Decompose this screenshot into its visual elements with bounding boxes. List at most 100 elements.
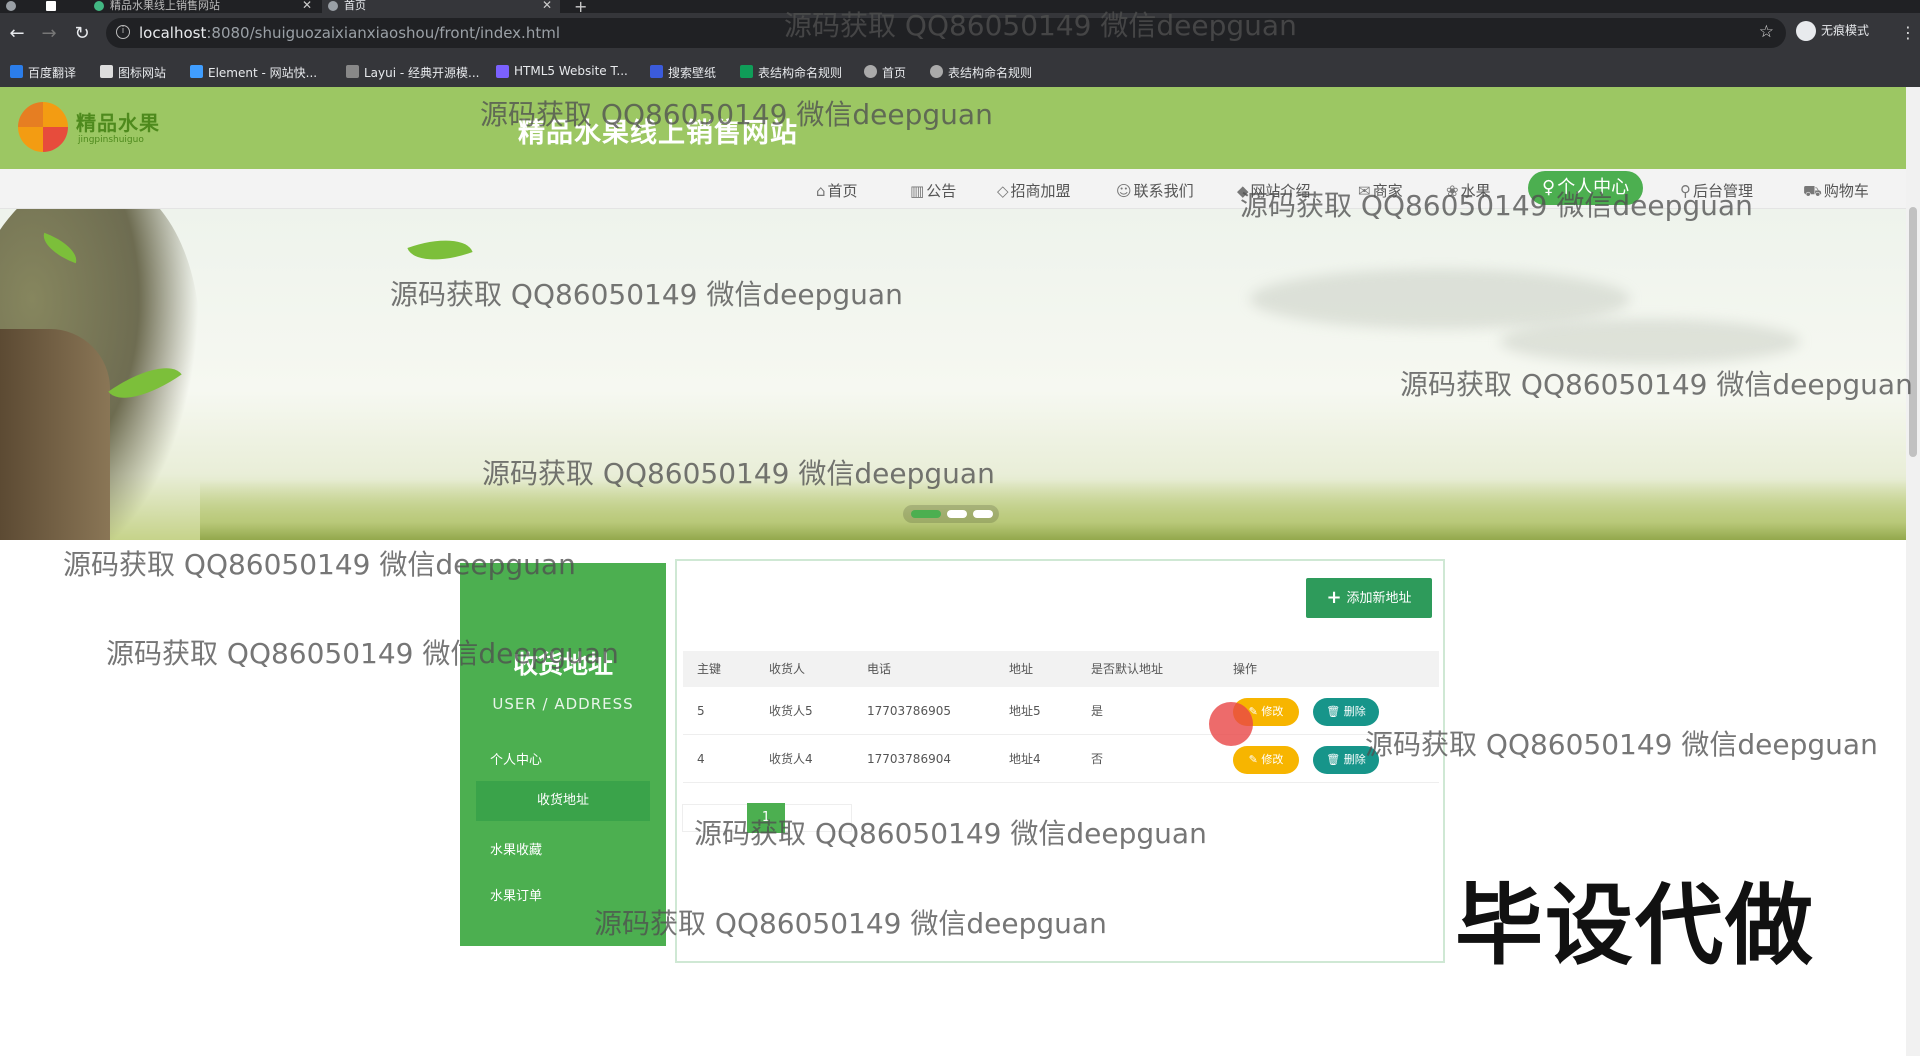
- bookmark-label: 搜索壁纸: [668, 66, 717, 80]
- bookmark-label: 首页: [882, 66, 907, 80]
- bookmark-item[interactable]: 图标网站: [100, 64, 166, 81]
- table-header: 主键 收货人 电话 地址 是否默认地址 操作: [683, 651, 1439, 687]
- flag-icon: [100, 65, 113, 78]
- add-address-button[interactable]: + 添加新地址: [1306, 578, 1432, 618]
- nav-label: 联系我们: [1133, 182, 1194, 200]
- incognito-profile[interactable]: 无痕模式: [1796, 21, 1869, 41]
- nav-label: 首页: [827, 182, 858, 200]
- edit-label: 修改: [1261, 753, 1284, 766]
- delete-label: 删除: [1343, 705, 1366, 718]
- incognito-icon: [1796, 21, 1816, 41]
- sidebar-item-user-center[interactable]: 个人中心: [490, 749, 542, 768]
- column-header: 是否默认地址: [1091, 662, 1164, 676]
- sidebar-item-favorites[interactable]: 水果收藏: [490, 839, 542, 858]
- back-arrow-icon[interactable]: ←: [6, 23, 28, 45]
- browser-tab[interactable]: [40, 0, 88, 13]
- cell-name: 收货人4: [769, 752, 813, 766]
- bookmark-item[interactable]: Element - 网站快...: [190, 64, 317, 81]
- bookmark-item[interactable]: 首页: [864, 64, 906, 81]
- column-header: 地址: [1009, 662, 1034, 676]
- cloud-illustration: [1500, 319, 1800, 364]
- bookmark-label: 百度翻译: [28, 66, 77, 80]
- edit-button[interactable]: ✎ 修改: [1233, 746, 1299, 774]
- nav-contact[interactable]: ☺ 联系我们: [1116, 180, 1194, 201]
- cell-default: 否: [1091, 752, 1104, 766]
- click-highlight: [1209, 702, 1253, 746]
- notice-icon: ▥: [910, 182, 925, 200]
- overlay-caption: 毕设代做: [1455, 874, 1816, 977]
- browser-tab-fruit-site[interactable]: 精品水果线上销售网站 ✕: [88, 0, 320, 13]
- bookmark-label: 表结构命名规则: [948, 66, 1033, 80]
- grass-illustration: [200, 480, 1906, 540]
- bookmark-label: Layui - 经典开源模...: [364, 66, 480, 80]
- cell-id: 4: [697, 752, 705, 766]
- url-path: :8080/shuiguozaixianxiaoshou/front/index…: [206, 24, 560, 42]
- page-scrollbar[interactable]: [1906, 87, 1920, 1056]
- site-info-icon[interactable]: i: [116, 25, 130, 39]
- cell-address: 地址4: [1009, 752, 1041, 766]
- nav-label: 招商加盟: [1010, 182, 1071, 200]
- bookmark-label: 图标网站: [118, 66, 167, 80]
- cell-phone: 17703786905: [867, 704, 951, 718]
- nav-home[interactable]: ⌂ 首页: [816, 180, 858, 201]
- reload-icon[interactable]: ↻: [71, 23, 93, 45]
- table-row: 4 收货人4 17703786904 地址4 否 ✎ 修改 🗑 删除: [683, 735, 1439, 783]
- globe-icon: [930, 65, 943, 78]
- translate-icon: [10, 65, 23, 78]
- profile-label: 无痕模式: [1821, 23, 1870, 38]
- bookmark-item[interactable]: 百度翻译: [10, 64, 76, 81]
- bookmark-label: 表结构命名规则: [758, 66, 843, 80]
- bookmark-label: Element - 网站快...: [208, 66, 318, 80]
- sheet-icon: [740, 65, 753, 78]
- watermark-text: 源码获取 QQ86050149 微信deepguan: [594, 907, 1107, 940]
- nav-franchise[interactable]: ◇ 招商加盟: [997, 180, 1071, 201]
- watermark-text: 源码获取 QQ86050149 微信deepguan: [1240, 189, 1753, 222]
- cell-phone: 17703786904: [867, 752, 951, 766]
- close-tab-icon[interactable]: ✕: [542, 0, 552, 11]
- cell-default: 是: [1091, 704, 1104, 718]
- carousel-dot-active[interactable]: [911, 510, 941, 518]
- nav-label: 公告: [926, 182, 957, 200]
- site-logo[interactable]: 精品水果 jingpinshuiguo: [18, 99, 168, 155]
- home-icon: ⌂: [816, 182, 826, 200]
- browser-tab[interactable]: [0, 0, 40, 13]
- scrollbar-thumb[interactable]: [1909, 207, 1917, 457]
- cart-icon: ⛟: [1803, 182, 1822, 200]
- cell-name: 收货人5: [769, 704, 813, 718]
- sidebar-subtitle: USER / ADDRESS: [492, 695, 634, 713]
- forward-arrow-icon[interactable]: →: [38, 23, 60, 45]
- bookmark-label: HTML5 Website T...: [514, 64, 628, 78]
- delete-button[interactable]: 🗑 删除: [1313, 698, 1379, 726]
- sidebar-item-address[interactable]: 收货地址: [476, 781, 650, 821]
- bookmark-item[interactable]: 表结构命名规则: [740, 64, 842, 81]
- add-address-label: 添加新地址: [1346, 591, 1412, 606]
- browser-menu-icon[interactable]: ⋮: [1900, 23, 1916, 42]
- bookmark-star-icon[interactable]: ☆: [1759, 22, 1774, 42]
- bookmark-item[interactable]: 表结构命名规则: [930, 64, 1032, 81]
- nav-label: 购物车: [1823, 182, 1869, 200]
- watermark-text: 源码获取 QQ86050149 微信deepguan: [106, 637, 619, 670]
- bookmark-item[interactable]: HTML5 Website T...: [496, 64, 628, 78]
- bookmark-item[interactable]: Layui - 经典开源模...: [346, 64, 479, 81]
- plus-icon: +: [1326, 587, 1342, 608]
- browser-tab-home[interactable]: 首页 ✕: [322, 0, 560, 13]
- table-row: 5 收货人5 17703786905 地址5 是 ✎ 修改 🗑 删除: [683, 687, 1439, 735]
- column-header: 电话: [867, 662, 892, 676]
- vue-favicon-icon: [94, 1, 104, 11]
- watermark-text: 源码获取 QQ86050149 微信deepguan: [694, 817, 1207, 850]
- nav-cart[interactable]: ⛟ 购物车: [1803, 180, 1869, 202]
- watermark-text: 源码获取 QQ86050149 微信deepguan: [1400, 368, 1913, 401]
- nav-notice[interactable]: ▥ 公告: [910, 180, 956, 201]
- sidebar-item-orders[interactable]: 水果订单: [490, 885, 542, 904]
- tree-trunk-illustration: [0, 329, 110, 540]
- close-tab-icon[interactable]: ✕: [302, 0, 312, 11]
- url-text[interactable]: localhost:8080/shuiguozaixianxiaoshou/fr…: [139, 24, 560, 42]
- watermark-text: 源码获取 QQ86050149 微信deepguan: [63, 548, 576, 581]
- contact-icon: ☺: [1116, 182, 1132, 200]
- tab-label: 首页: [344, 0, 366, 12]
- wallpaper-icon: [650, 65, 663, 78]
- carousel-dot[interactable]: [947, 510, 967, 518]
- bookmark-item[interactable]: 搜索壁纸: [650, 64, 716, 81]
- carousel-dot[interactable]: [973, 510, 993, 518]
- fruit-logo-icon: [18, 102, 68, 152]
